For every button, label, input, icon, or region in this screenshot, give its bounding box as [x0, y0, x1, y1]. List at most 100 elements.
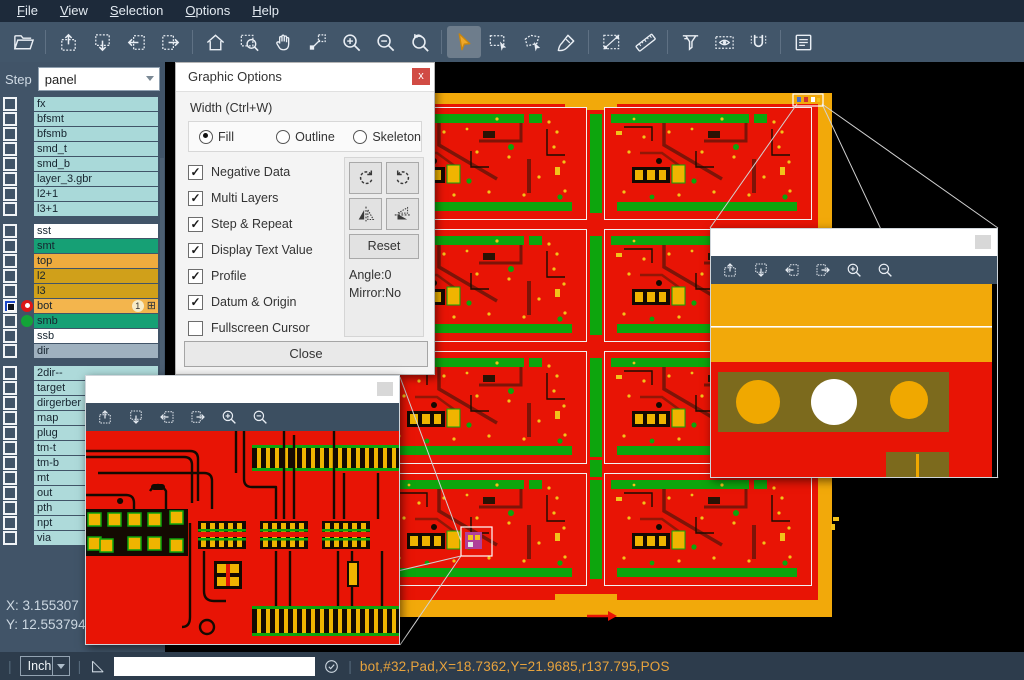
mirror-vertical-button[interactable]: [386, 198, 419, 230]
magnifier-view[interactable]: [711, 284, 997, 477]
layer-row-bfsmb[interactable]: bfsmb: [0, 126, 165, 141]
layer-checkbox[interactable]: [3, 202, 17, 216]
checkbox-icon[interactable]: ✓: [188, 217, 203, 232]
command-input[interactable]: [114, 657, 315, 676]
layer-checkbox[interactable]: [3, 157, 17, 171]
checkbox-row-fullscreen-cursor[interactable]: Fullscreen Cursor: [188, 315, 344, 341]
layer-row-bfsmt[interactable]: bfsmt: [0, 111, 165, 126]
layer-row-l2[interactable]: l2: [0, 268, 165, 283]
layer-label[interactable]: sst: [34, 224, 158, 238]
checkbox-icon[interactable]: ✓: [188, 269, 203, 284]
menu-item-view[interactable]: View: [49, 0, 99, 22]
select-cursor-button[interactable]: [447, 26, 481, 58]
checkbox-row-profile[interactable]: ✓Profile: [188, 263, 344, 289]
layer-checkbox[interactable]: [3, 314, 17, 328]
radio-icon[interactable]: [276, 130, 290, 144]
layer-label[interactable]: smt: [34, 239, 158, 253]
layer-row-ssb[interactable]: ssb: [0, 328, 165, 343]
layer-row-smt[interactable]: smt: [0, 238, 165, 253]
layer-row-layer_3.gbr[interactable]: layer_3.gbr: [0, 171, 165, 186]
zoom-in-button[interactable]: [845, 261, 863, 279]
pan-down-button[interactable]: [127, 408, 145, 426]
layer-label[interactable]: l3+1: [34, 202, 158, 216]
checkbox-icon[interactable]: ✓: [188, 243, 203, 258]
pan-right-button[interactable]: [189, 408, 207, 426]
close-button[interactable]: Close: [184, 341, 428, 367]
magnifier-view[interactable]: [86, 431, 399, 644]
zoom-window-button[interactable]: [232, 26, 266, 58]
pan-down-button[interactable]: [85, 26, 119, 58]
layer-row-smd_b[interactable]: smd_b: [0, 156, 165, 171]
pan-up-button[interactable]: [721, 261, 739, 279]
zoom-out-button[interactable]: [876, 261, 894, 279]
checkbox-icon[interactable]: [188, 321, 203, 336]
layer-checkbox[interactable]: [3, 127, 17, 141]
layer-label[interactable]: top: [34, 254, 158, 268]
layer-label[interactable]: fx: [34, 97, 158, 111]
layer-checkbox[interactable]: [3, 224, 17, 238]
radio-skeleton[interactable]: Skeleton: [353, 130, 421, 144]
measure-distance-button[interactable]: [594, 26, 628, 58]
checkbox-icon[interactable]: ✓: [188, 295, 203, 310]
pan-up-button[interactable]: [96, 408, 114, 426]
home-view-button[interactable]: [198, 26, 232, 58]
layer-checkbox[interactable]: [3, 299, 17, 313]
radio-icon[interactable]: [199, 130, 213, 144]
layer-label[interactable]: bfsmb: [34, 127, 158, 141]
checkbox-row-display-text-value[interactable]: ✓Display Text Value: [188, 237, 344, 263]
layer-checkbox[interactable]: [3, 501, 17, 515]
clear-brush-button[interactable]: [549, 26, 583, 58]
layer-row-sst[interactable]: sst: [0, 223, 165, 238]
checkbox-icon[interactable]: ✓: [188, 191, 203, 206]
menu-item-help[interactable]: Help: [241, 0, 290, 22]
layer-label[interactable]: ssb: [34, 329, 158, 343]
pan-hand-button[interactable]: [266, 26, 300, 58]
step-select[interactable]: panel: [38, 67, 160, 91]
layer-checkbox[interactable]: [3, 531, 17, 545]
layer-checkbox[interactable]: [3, 366, 17, 380]
layer-checkbox[interactable]: [3, 441, 17, 455]
report-form-button[interactable]: [786, 26, 820, 58]
pan-right-button[interactable]: [814, 261, 832, 279]
layer-label[interactable]: l2+1: [34, 187, 158, 201]
layer-checkbox[interactable]: [3, 269, 17, 283]
view-options-button[interactable]: [707, 26, 741, 58]
layer-row-smb[interactable]: smb: [0, 313, 165, 328]
layer-checkbox[interactable]: [3, 471, 17, 485]
layer-label[interactable]: dir: [34, 344, 158, 358]
zoom-out-button[interactable]: [251, 408, 269, 426]
layer-label[interactable]: smd_t: [34, 142, 158, 156]
apply-check-icon[interactable]: [323, 658, 340, 675]
layer-row-fx[interactable]: fx: [0, 96, 165, 111]
layer-row-l3[interactable]: l3: [0, 283, 165, 298]
select-rect-button[interactable]: [481, 26, 515, 58]
layer-row-bot[interactable]: bot1⊞: [0, 298, 165, 313]
pan-up-button[interactable]: [51, 26, 85, 58]
open-file-button[interactable]: [6, 26, 40, 58]
layer-row-smd_t[interactable]: smd_t: [0, 141, 165, 156]
pan-right-button[interactable]: [153, 26, 187, 58]
checkbox-row-multi-layers[interactable]: ✓Multi Layers: [188, 185, 344, 211]
layer-checkbox[interactable]: [3, 254, 17, 268]
layer-label[interactable]: l2: [34, 269, 158, 283]
mirror-horizontal-button[interactable]: [349, 198, 382, 230]
checkbox-row-negative-data[interactable]: ✓Negative Data: [188, 159, 344, 185]
layer-checkbox[interactable]: [3, 112, 17, 126]
layer-label[interactable]: smb: [34, 314, 158, 328]
layer-row-l3+1[interactable]: l3+1: [0, 201, 165, 216]
zoom-selection-button[interactable]: [300, 26, 334, 58]
layer-checkbox[interactable]: [3, 486, 17, 500]
unit-select[interactable]: Inch: [20, 656, 70, 676]
reset-button[interactable]: Reset: [349, 234, 419, 259]
zoom-in-button[interactable]: [334, 26, 368, 58]
select-poly-button[interactable]: [515, 26, 549, 58]
layer-checkbox[interactable]: [3, 97, 17, 111]
checkbox-icon[interactable]: ✓: [188, 165, 203, 180]
radio-outline[interactable]: Outline: [276, 130, 343, 144]
rotate-cw-button[interactable]: [349, 162, 382, 194]
layer-row-top[interactable]: top: [0, 253, 165, 268]
radio-fill[interactable]: Fill: [199, 130, 266, 144]
layer-checkbox[interactable]: [3, 426, 17, 440]
layer-label[interactable]: layer_3.gbr: [34, 172, 158, 186]
zoom-in-button[interactable]: [220, 408, 238, 426]
